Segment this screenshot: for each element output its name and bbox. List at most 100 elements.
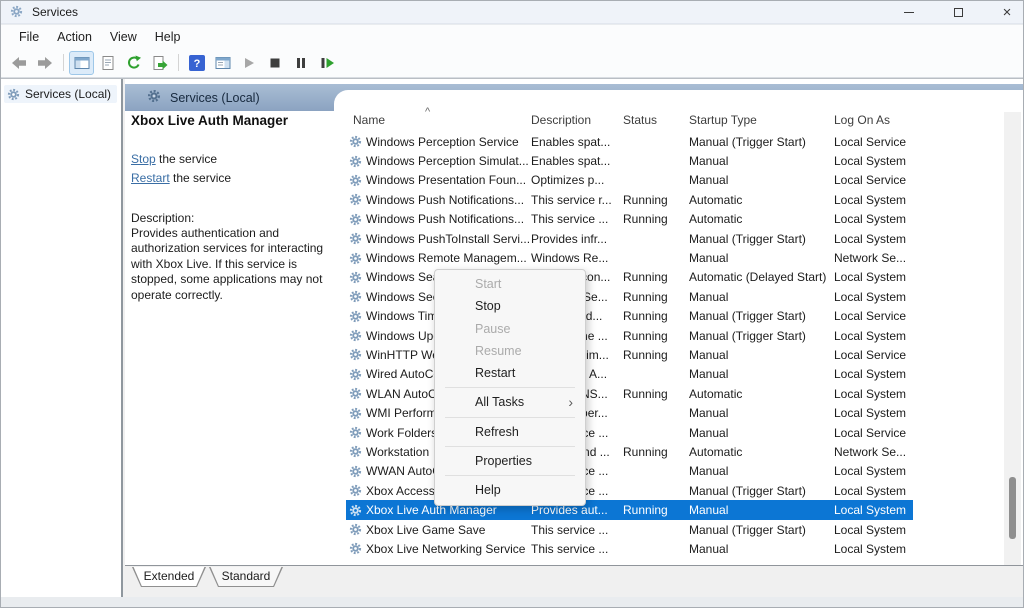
view-tab-strip: ExtendedStandard [125,567,1023,593]
tab-extended[interactable]: Extended [132,567,206,587]
service-row[interactable]: Windows Perception Simulat...Enables spa… [346,151,913,170]
cell-start: Manual (Trigger Start) [687,135,832,149]
gear-icon [346,310,366,323]
service-row[interactable]: Windows SearchProvides con...RunningAuto… [346,268,913,287]
list-column-headers: ^ NameDescriptionStatusStartup TypeLog O… [346,113,911,132]
list-rows: Windows Perception ServiceEnables spat..… [346,132,913,559]
forward-button[interactable] [32,51,57,75]
service-row[interactable]: Wired AutoConfigThe Wired A...ManualLoca… [346,365,913,384]
context-menu-item-stop[interactable]: Stop [435,295,585,317]
service-row[interactable]: Windows Push Notifications...This servic… [346,190,913,209]
column-header-status[interactable]: Status [623,113,687,132]
context-menu-item-start: Start [435,273,585,295]
cell-logon: Local System [832,523,911,537]
column-header-startup-type[interactable]: Startup Type [687,113,832,132]
column-header-name[interactable]: Name [346,113,529,132]
svg-text:?: ? [193,58,200,70]
window-title: Services [32,5,78,19]
service-row[interactable]: Windows UpdateEnables the ...RunningManu… [346,326,913,345]
service-row[interactable]: WinHTTP Web Proxy Auto-...WinHTTP im...R… [346,345,913,364]
service-row[interactable]: Xbox Accessory Managem...This service ..… [346,481,913,500]
cell-logon: Local System [832,329,911,343]
service-row[interactable]: Windows Push Notifications...This servic… [346,210,913,229]
selected-service-title: Xbox Live Auth Manager [131,113,343,128]
service-row[interactable]: WLAN AutoConfigThe WLANS...RunningAutoma… [346,384,913,403]
service-row[interactable]: Windows Presentation Foun...Optimizes p.… [346,171,913,190]
menu-separator [445,387,575,388]
scrollbar-thumb[interactable] [1009,477,1016,539]
service-row[interactable]: WWAN AutoConfigThis service ...ManualLoc… [346,462,913,481]
column-header-description[interactable]: Description [529,113,623,132]
start-service-button[interactable] [236,51,261,75]
cell-desc: Optimizes p... [529,173,623,187]
help-button[interactable]: ? [184,51,209,75]
restart-service-link[interactable]: Restart [131,171,170,185]
restart-service-button[interactable] [314,51,339,75]
cell-name: Windows Push Notifications... [366,193,529,207]
pause-service-button[interactable] [288,51,313,75]
cell-status: Running [623,309,687,323]
show-action-pane-button[interactable] [210,51,235,75]
stop-service-link[interactable]: Stop [131,152,156,166]
cell-start: Manual [687,426,832,440]
service-row[interactable]: Work FoldersThis service ...ManualLocal … [346,423,913,442]
back-button[interactable] [6,51,31,75]
tab-label: Standard [209,567,283,585]
vertical-scrollbar[interactable] [1004,112,1021,565]
menu-separator [445,417,575,418]
cell-name: Windows Remote Managem... [366,251,529,265]
cell-logon: Network Se... [832,445,911,459]
service-row[interactable]: WMI Performance AdapterProvides per...Ma… [346,403,913,422]
cell-desc: Enables spat... [529,135,623,149]
gear-icon [346,174,366,187]
menu-file[interactable]: File [10,28,48,46]
gear-icon [346,504,366,517]
service-row[interactable]: Windows Perception ServiceEnables spat..… [346,132,913,151]
service-row[interactable]: Xbox Live Networking ServiceThis service… [346,539,913,558]
service-row[interactable]: Windows PushToInstall Servi...Provides i… [346,229,913,248]
cell-logon: Local System [832,270,911,284]
cell-name: Windows PushToInstall Servi... [366,232,529,246]
gear-icon [346,271,366,284]
refresh-button[interactable] [121,51,146,75]
service-row-selected[interactable]: Xbox Live Auth ManagerProvides aut...Run… [346,500,913,519]
cell-start: Automatic [687,445,832,459]
context-menu-item-restart[interactable]: Restart [435,362,585,384]
cell-status: Running [623,193,687,207]
context-menu-item-help[interactable]: Help [435,479,585,501]
cell-logon: Local System [832,387,911,401]
service-row[interactable]: Windows Security ServiceWindows Se...Run… [346,287,913,306]
maximize-button[interactable] [935,1,981,24]
menu-help[interactable]: Help [146,28,190,46]
tree-item-services-local[interactable]: Services (Local) [4,85,117,103]
cell-start: Manual (Trigger Start) [687,523,832,537]
menu-view[interactable]: View [101,28,146,46]
cell-status: Running [623,212,687,226]
menu-separator [445,446,575,447]
service-row[interactable]: Windows TimeMaintains d...RunningManual … [346,307,913,326]
context-menu-item-resume: Resume [435,340,585,362]
description-text: Provides authentication and authorizatio… [131,226,341,303]
cell-logon: Local System [832,542,911,556]
tab-standard[interactable]: Standard [209,567,283,587]
context-menu-item-all-tasks[interactable]: All Tasks› [435,391,585,413]
service-row[interactable]: WorkstationCreates and ...RunningAutomat… [346,442,913,461]
services-window: Services × FileActionViewHelp ? Services… [0,0,1024,608]
close-button[interactable]: × [984,1,1024,24]
service-row[interactable]: Xbox Live Game SaveThis service ...Manua… [346,520,913,539]
minimize-button[interactable] [886,1,932,24]
cell-start: Manual [687,290,832,304]
properties-button[interactable] [95,51,120,75]
stop-service-button[interactable] [262,51,287,75]
service-row[interactable]: Windows Remote Managem...Windows Re...Ma… [346,248,913,267]
context-menu-item-refresh[interactable]: Refresh [435,421,585,443]
column-header-log-on-as[interactable]: Log On As [832,113,911,132]
export-list-button[interactable] [147,51,172,75]
cell-logon: Local System [832,193,911,207]
gear-icon [346,407,366,420]
show-console-tree-button[interactable] [69,51,94,75]
context-menu-item-properties[interactable]: Properties [435,450,585,472]
cell-start: Automatic [687,212,832,226]
toolbar-separator [63,54,64,71]
menu-action[interactable]: Action [48,28,101,46]
